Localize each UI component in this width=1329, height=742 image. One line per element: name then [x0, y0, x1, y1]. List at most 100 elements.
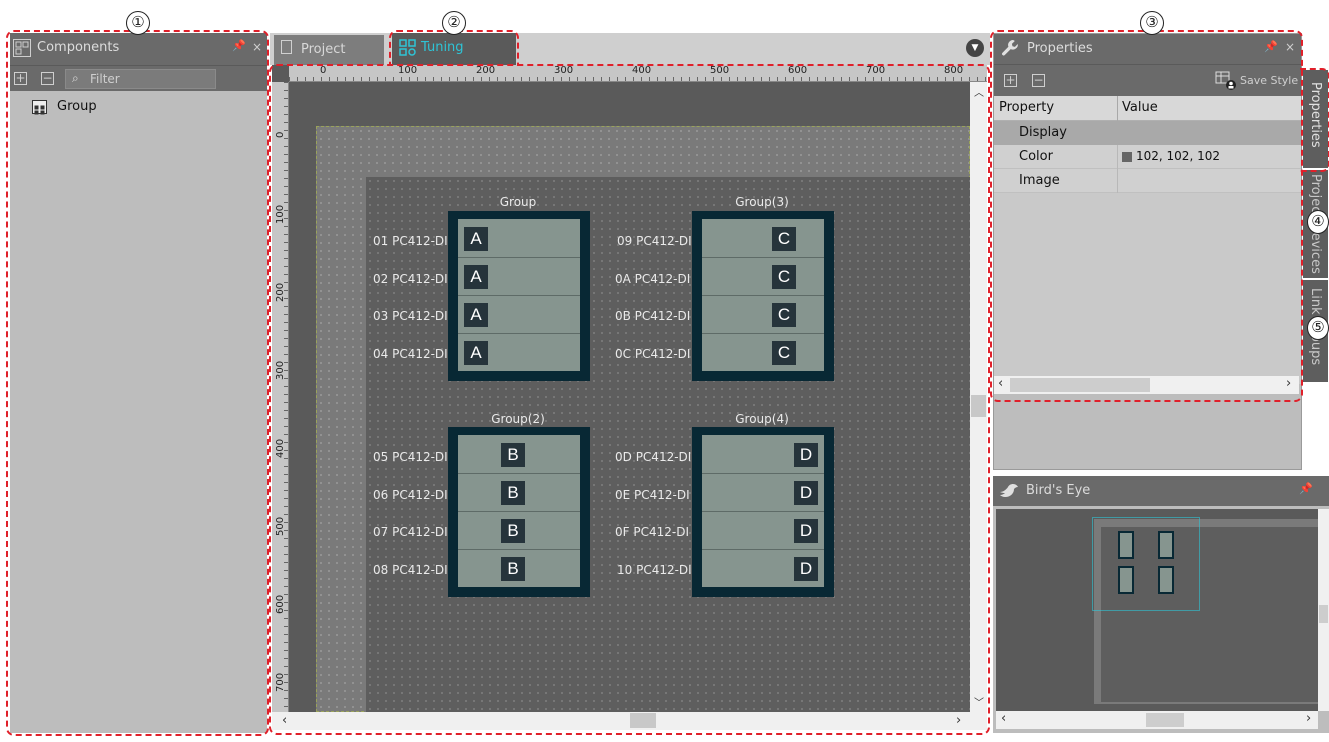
components-panel: Components 📌 × + − ⌕ Filter Group	[10, 33, 267, 733]
scroll-left-icon[interactable]: ‹	[282, 713, 287, 728]
scrollbar-thumb[interactable]	[630, 713, 656, 728]
group-letter: B	[501, 519, 525, 543]
tab-tuning[interactable]: Tuning	[392, 33, 516, 65]
scrollbar-thumb[interactable]	[971, 395, 986, 417]
close-icon[interactable]: ×	[252, 40, 262, 54]
viewport-rectangle[interactable]	[1092, 517, 1200, 611]
col-property: Property	[999, 100, 1055, 115]
device-label: 0C PC412-DI	[615, 347, 691, 361]
ruler-label: 300	[275, 360, 286, 380]
save-style-button[interactable]: Save Style	[1240, 74, 1298, 87]
property-value: 102, 102, 102	[1136, 149, 1220, 163]
device-label: 0B PC412-DI	[615, 309, 691, 323]
collapse-all-button[interactable]: −	[41, 72, 54, 85]
birds-eye-hscrollbar[interactable]: ‹ ›	[996, 711, 1318, 729]
group-inner: D D D D	[702, 435, 824, 587]
group-title: Group(3)	[735, 195, 789, 209]
group-letter: D	[794, 443, 818, 467]
search-icon: ⌕	[72, 71, 79, 85]
row-divider	[458, 295, 580, 296]
expand-all-button[interactable]: +	[14, 72, 27, 85]
device-label: 08 PC412-DI	[373, 563, 448, 577]
scroll-up-icon[interactable]: ︿	[974, 84, 984, 99]
device-label: 05 PC412-DI	[373, 450, 448, 464]
group-frame[interactable]: A A A A	[448, 211, 590, 381]
ruler-label: 800	[944, 65, 964, 76]
scrollbar-thumb[interactable]	[1319, 605, 1328, 623]
scrollbar-thumb[interactable]	[1010, 378, 1150, 392]
group-letter: A	[464, 341, 488, 365]
document-icon	[281, 40, 292, 54]
device-label: 07 PC412-DI	[373, 525, 448, 539]
group-title: Group	[499, 195, 537, 209]
property-grid: Property Value Display Color 102, 102, 1…	[994, 96, 1301, 384]
properties-header: Properties 📌 ×	[994, 34, 1301, 64]
device-label: 02 PC412-DI	[373, 272, 448, 286]
expand-all-button[interactable]: +	[1004, 74, 1017, 87]
ruler-label: 300	[554, 65, 574, 76]
scroll-down-icon[interactable]: ﹀	[974, 694, 984, 709]
device-label: 0E PC412-DI	[615, 488, 690, 502]
group-letter: C	[772, 227, 796, 251]
device-label: 0A PC412-DI	[615, 272, 691, 286]
components-header: Components 📌 ×	[10, 33, 267, 65]
side-tab-properties[interactable]: Properties	[1303, 70, 1328, 168]
row-divider	[458, 257, 580, 258]
pin-icon[interactable]: 📌	[1299, 482, 1313, 495]
tree-item-group[interactable]: Group	[28, 97, 148, 117]
ruler-label: 600	[788, 65, 808, 76]
properties-hscrollbar[interactable]: ‹ ›	[994, 376, 1299, 394]
category-row[interactable]: Display	[994, 121, 1301, 145]
row-divider	[458, 473, 580, 474]
row-divider	[702, 333, 824, 334]
property-name: Image	[1019, 173, 1060, 188]
close-icon[interactable]: ×	[1285, 40, 1295, 54]
scroll-left-icon[interactable]: ‹	[998, 376, 1003, 391]
callout-number-1: ①	[126, 11, 150, 35]
device-label: 03 PC412-DI	[373, 309, 448, 323]
row-divider	[458, 333, 580, 334]
scrollbar-thumb[interactable]	[1146, 713, 1184, 727]
group-frame[interactable]: D D D D	[692, 427, 834, 597]
horizontal-scrollbar[interactable]: ‹ ›	[272, 712, 970, 730]
bird-icon	[998, 480, 1020, 504]
property-row[interactable]: Image	[994, 169, 1301, 193]
wrench-icon	[1000, 38, 1020, 62]
pin-icon[interactable]: 📌	[232, 39, 246, 52]
group-letter: B	[501, 557, 525, 581]
group-letter: C	[772, 303, 796, 327]
device-label: 06 PC412-DI	[373, 488, 448, 502]
group-letter: D	[794, 557, 818, 581]
property-row[interactable]: Color 102, 102, 102	[994, 145, 1301, 169]
tab-overflow-button[interactable]: ▼	[966, 39, 984, 57]
callout-number-5: ⑤	[1307, 316, 1329, 340]
birds-eye-panel: Bird's Eye 📌 ‹ ›	[993, 476, 1329, 733]
tab-project[interactable]: Project	[274, 35, 384, 65]
ruler-label: 100	[398, 65, 418, 76]
ruler-label: 500	[710, 65, 730, 76]
filter-field[interactable]: ⌕ Filter	[65, 69, 216, 89]
pin-icon[interactable]: 📌	[1264, 40, 1278, 53]
collapse-all-button[interactable]: −	[1032, 74, 1045, 87]
col-divider	[1117, 169, 1118, 193]
device-label: 10 PC412-DI	[617, 563, 692, 577]
vertical-scrollbar[interactable]: ︿ ﹀	[970, 82, 987, 712]
birds-eye-canvas[interactable]	[996, 509, 1324, 711]
ruler-label: 100	[275, 204, 286, 224]
ruler-label: 0	[275, 131, 286, 138]
device-label: 0F PC412-DI	[615, 525, 689, 539]
row-divider	[702, 511, 824, 512]
group-inner: B B B B	[458, 435, 580, 587]
scroll-right-icon[interactable]: ›	[956, 713, 961, 728]
scroll-right-icon[interactable]: ›	[1306, 711, 1311, 726]
scroll-left-icon[interactable]: ‹	[1001, 711, 1006, 726]
group-frame[interactable]: B B B B	[448, 427, 590, 597]
tab-tuning-label: Tuning	[421, 40, 464, 55]
group-letter: D	[794, 481, 818, 505]
ruler-label: 700	[275, 672, 286, 692]
group-frame[interactable]: C C C C	[692, 211, 834, 381]
birds-eye-vscrollbar[interactable]	[1318, 509, 1329, 711]
ruler-label: 400	[275, 438, 286, 458]
scroll-right-icon[interactable]: ›	[1286, 376, 1291, 391]
group-letter: B	[501, 481, 525, 505]
